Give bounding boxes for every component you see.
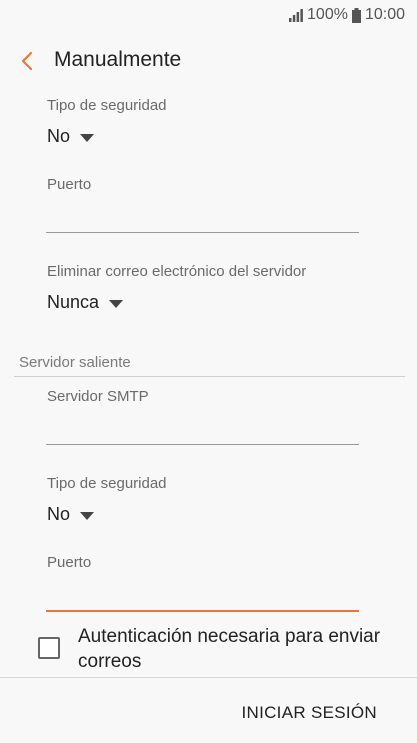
auth-required-row[interactable]: Autenticación necesaria para enviar corr… [0,622,417,677]
auth-required-checkbox[interactable] [38,637,60,659]
auth-required-label: Autenticación necesaria para enviar corr… [78,626,381,672]
back-button[interactable] [14,46,42,76]
outgoing-security-label: Tipo de seguridad [47,475,167,492]
delete-from-server-dropdown[interactable]: Nunca [47,292,124,313]
incoming-security-value: No [47,126,71,146]
back-chevron-icon [14,51,42,80]
incoming-security-label: Tipo de seguridad [47,97,167,114]
sign-in-button[interactable]: INICIAR SESIÓN [241,703,377,723]
smtp-server-field[interactable] [46,410,359,445]
settings-form[interactable]: Tipo de seguridad No Puerto Eliminar cor… [0,90,417,677]
signal-icon [289,8,303,22]
dropdown-caret-icon [80,133,95,142]
status-indicators: 100% 10:00 [289,6,405,24]
bottom-action-bar: INICIAR SESIÓN [0,677,417,743]
outgoing-port-label: Puerto [47,554,92,571]
incoming-port-field[interactable] [46,198,359,233]
outgoing-port-field[interactable] [46,576,359,612]
outgoing-security-value: No [47,504,71,524]
delete-from-server-value: Nunca [47,292,100,312]
page-title: Manualmente [54,48,182,71]
incoming-security-dropdown[interactable]: No [47,126,95,147]
app-bar: Manualmente [0,32,417,90]
section-divider [14,376,405,377]
delete-from-server-label: Eliminar correo electrónico del servidor [47,263,307,280]
battery-percent: 100% [307,6,348,23]
clock: 10:00 [364,6,405,23]
dropdown-caret-icon [80,511,95,520]
smtp-server-label: Servidor SMTP [47,388,149,405]
dropdown-caret-icon [109,299,124,308]
outgoing-section-title: Servidor saliente [19,354,131,371]
battery-icon [351,7,361,23]
status-bar: 100% 10:00 [0,0,417,32]
incoming-port-label: Puerto [47,176,92,193]
outgoing-security-dropdown[interactable]: No [47,504,95,525]
